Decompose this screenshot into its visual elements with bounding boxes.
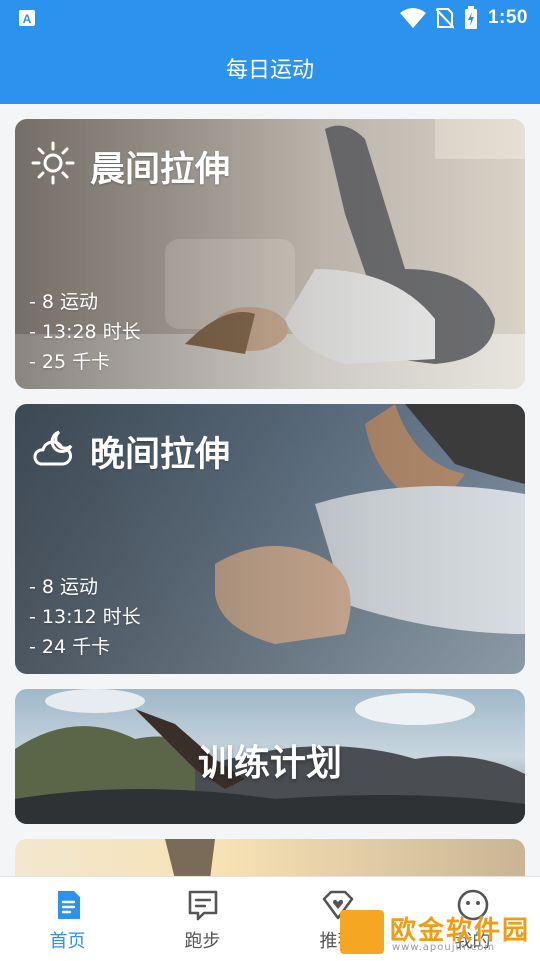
duration: - 13:28 时长 (29, 321, 141, 343)
exercise-count: - 8 运动 (29, 291, 99, 313)
card-title: 晨间拉伸 (90, 150, 231, 190)
sun-icon (31, 141, 75, 185)
status-bar: A 1:50 (0, 0, 540, 36)
nav-label: 首页 (49, 931, 86, 952)
recommended-card[interactable] (15, 839, 525, 876)
calories: - 25 千卡 (29, 351, 111, 373)
card-title: 晚间拉伸 (90, 435, 231, 475)
recommended-image (15, 839, 525, 876)
watermark: 欧金软件园 www.apoujin.com (340, 908, 534, 956)
watermark-logo-icon (340, 910, 384, 954)
no-sim-icon (435, 8, 454, 29)
page-title: 每日运动 (225, 58, 314, 83)
battery-charging-icon (464, 6, 477, 29)
calories: - 24 千卡 (29, 636, 111, 658)
nav-home[interactable]: 首页 (0, 877, 135, 961)
morning-stretch-card[interactable]: 晨间拉伸 - 8 运动 - 13:28 时长 - 25 千卡 (15, 119, 525, 389)
card-title: 训练计划 (197, 743, 342, 784)
card-stats: - 8 运动 - 13:28 时长 - 25 千卡 (29, 287, 141, 377)
status-time: 1:50 (487, 7, 528, 28)
evening-stretch-card[interactable]: 晚间拉伸 - 8 运动 - 13:12 时长 - 24 千卡 (15, 404, 525, 674)
duration: - 13:12 时长 (29, 606, 141, 628)
app-bar: 每日运动 (0, 36, 540, 104)
card-stats: - 8 运动 - 13:12 时长 - 24 千卡 (29, 572, 141, 662)
wifi-icon (399, 8, 426, 28)
training-plan-card[interactable]: 训练计划 (15, 689, 525, 824)
message-icon (188, 890, 218, 921)
document-icon (58, 891, 80, 919)
app-notification-icon: A (19, 10, 35, 26)
exercise-count: - 8 运动 (29, 576, 99, 598)
svg-text:A: A (23, 12, 32, 26)
nav-running[interactable]: 跑步 (135, 877, 270, 961)
watermark-url: www.apoujin.com (392, 942, 496, 953)
nav-label: 跑步 (184, 931, 221, 952)
main-content[interactable]: 晨间拉伸 - 8 运动 - 13:28 时长 - 25 千卡 晚间拉伸 - 8 … (0, 104, 540, 876)
moon-cloud-icon (33, 430, 73, 466)
